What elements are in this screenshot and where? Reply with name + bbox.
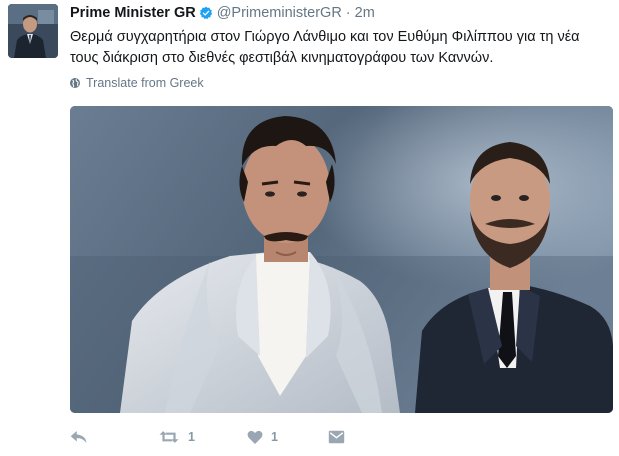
reply-button[interactable] [70,430,92,444]
like-button[interactable]: 1 [247,430,278,444]
tweet-text: Θερμά συγχαρητήρια στον Γιώργο Λάνθιμο κ… [70,27,605,69]
tweet-timestamp[interactable]: 2m [355,5,375,21]
retweet-icon [159,431,179,443]
avatar[interactable] [8,4,58,58]
tweet-header: Prime Minister GR @PrimeministerGR · 2m [70,3,375,23]
author-name[interactable]: Prime Minister GR [70,5,196,21]
heart-icon [247,430,263,444]
direct-message-button[interactable] [328,430,345,444]
verified-badge-icon [199,6,213,20]
globe-icon [70,78,80,88]
tweet-text-line: τους διάκριση στο διεθνές φεστιβάλ κινημ… [70,50,494,66]
translate-link[interactable]: Translate from Greek [69,76,204,90]
header-separator: · [345,5,351,21]
retweet-count: 1 [188,430,195,444]
author-handle[interactable]: @PrimeministerGR [217,5,342,21]
retweet-button[interactable]: 1 [158,430,195,444]
direct-message-icon [328,430,345,444]
translate-label: Translate from Greek [86,76,204,90]
tweet-text-line: Θερμά συγχαρητήρια στον Γιώργο Λάνθιμο κ… [70,29,580,45]
reply-icon [70,431,87,443]
like-count: 1 [270,430,278,444]
tweet-card: Prime Minister GR @PrimeministerGR · 2m … [0,0,619,456]
tweet-photo[interactable] [70,106,613,413]
tweet-actions: 1 1 [70,426,345,448]
